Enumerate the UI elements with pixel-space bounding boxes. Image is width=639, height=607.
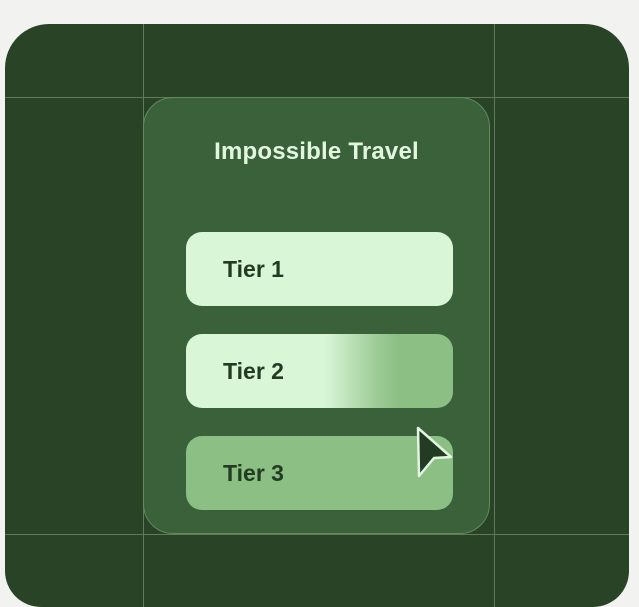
cursor-arrow-icon <box>416 426 453 478</box>
tier-2-option[interactable]: Tier 2 <box>186 334 453 408</box>
panel-title: Impossible Travel <box>214 138 419 165</box>
grid-line <box>5 534 629 535</box>
tier-1-option[interactable]: Tier 1 <box>186 232 453 306</box>
canvas-frame: Impossible Travel Tier 1 Tier 2 Tier 3 <box>5 24 629 607</box>
grid-line <box>494 24 495 607</box>
